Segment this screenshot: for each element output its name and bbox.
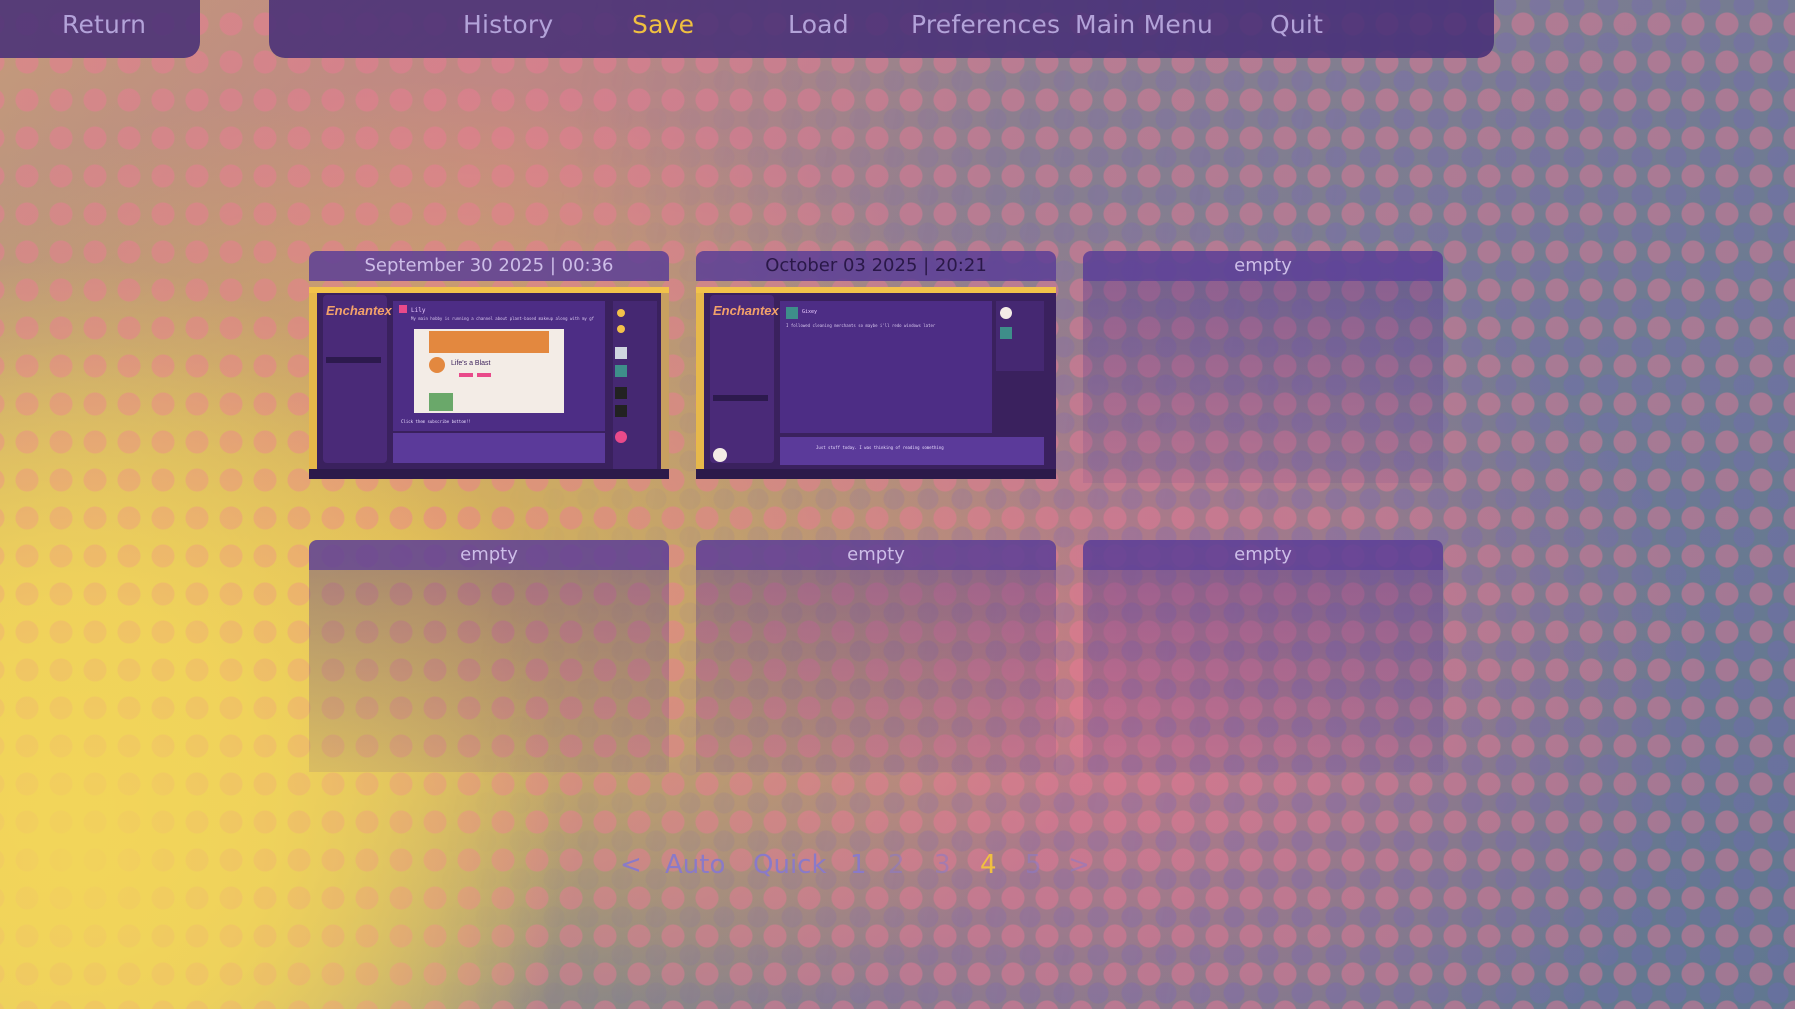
thumbnail-chat-title: Lily [411,307,426,314]
slot-header: October 03 2025 | 20:21 [696,251,1056,281]
thumbnail-caption: Click them subscribe bottom!! [401,419,471,424]
slot-empty-body [309,570,669,772]
slot-header: empty [696,540,1056,570]
page-5-button[interactable]: 5 [1025,850,1042,880]
thumbnail-chat-line: My main hobby is running a channel about… [411,316,595,321]
return-button[interactable]: Return [62,10,146,39]
save-slot-3[interactable]: empty [1083,251,1443,483]
page-1-button[interactable]: 1 [850,850,867,880]
slot-empty-body [1083,570,1443,772]
quit-button[interactable]: Quit [1270,10,1323,39]
page-next-button[interactable]: > [1068,850,1090,880]
page-prev-button[interactable]: < [620,850,642,880]
return-bar: Return [0,0,200,58]
page-4-button[interactable]: 4 [980,850,997,880]
page-2-button[interactable]: 2 [888,850,905,880]
save-slot-5[interactable]: empty [696,540,1056,772]
main-menu-button[interactable]: Main Menu [1075,10,1213,39]
save-slot-4[interactable]: empty [309,540,669,772]
save-slot-2[interactable]: October 03 2025 | 20:21 Enchantex Gixey … [696,251,1056,483]
history-button[interactable]: History [463,10,553,39]
thumbnail-caption: Just stuff today. I was thinking of read… [816,445,944,450]
slot-header: empty [309,540,669,570]
slot-empty-body [1083,281,1443,483]
thumbnail-logo: Enchantex [326,303,393,318]
save-button[interactable]: Save [632,10,694,39]
slot-header: empty [1083,251,1443,281]
page-quick-button[interactable]: Quick [753,850,827,880]
thumbnail-logo: Enchantex [713,303,780,318]
slot-empty-body [696,570,1056,772]
thumbnail-chat-title: Gixey [802,309,817,315]
page-3-button[interactable]: 3 [934,850,951,880]
preferences-button[interactable]: Preferences [911,10,1060,39]
thumbnail-chat-line: I followed cleaning merchants so maybe i… [786,323,936,328]
slot-thumbnail: Enchantex Lily My main hobby is running … [309,287,669,479]
slot-header: September 30 2025 | 00:36 [309,251,669,281]
slot-thumbnail: Enchantex Gixey I followed cleaning merc… [696,287,1056,479]
page-auto-button[interactable]: Auto [665,850,725,880]
game-menu-bar: History Save Load Preferences Main Menu … [269,0,1494,58]
save-slot-1[interactable]: September 30 2025 | 00:36 Enchantex Lily… [309,251,669,483]
slot-header: empty [1083,540,1443,570]
load-button[interactable]: Load [788,10,849,39]
save-slot-6[interactable]: empty [1083,540,1443,772]
thumbnail-card-title: Life's a Blast [451,360,491,367]
